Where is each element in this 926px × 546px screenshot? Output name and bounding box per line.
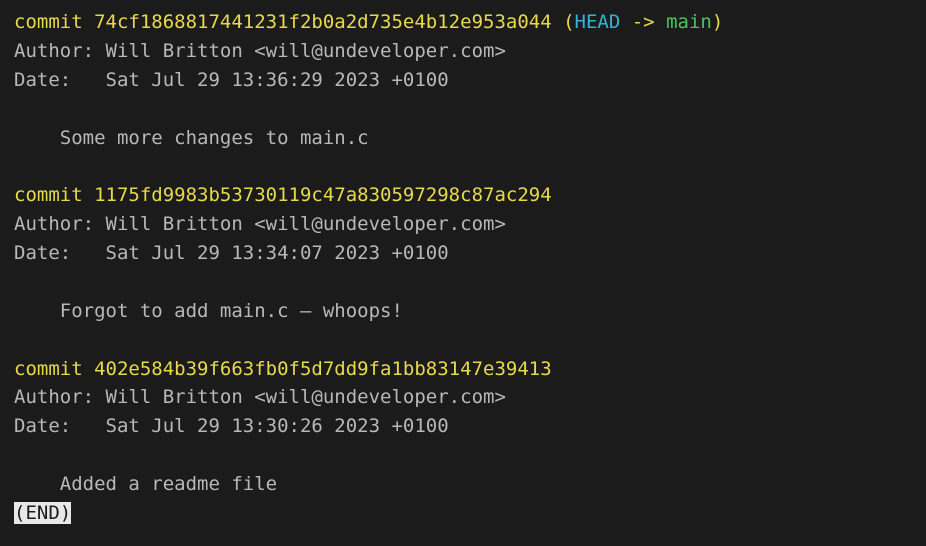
blank-line — [14, 152, 912, 181]
ref-arrow: -> — [620, 11, 666, 33]
commit-keyword: commit — [14, 184, 94, 206]
commit-message: Added a readme file — [14, 470, 912, 499]
commit-header: commit 74cf1868817441231f2b0a2d735e4b12e… — [14, 8, 912, 37]
head-ref: HEAD — [575, 11, 621, 33]
commit-hash: 74cf1868817441231f2b0a2d735e4b12e953a044 — [94, 11, 552, 33]
date-line: Date: Sat Jul 29 13:34:07 2023 +0100 — [14, 239, 912, 268]
blank-line — [14, 95, 912, 124]
date-label: Date: — [14, 242, 106, 264]
blank-line — [14, 268, 912, 297]
date-value: Sat Jul 29 13:36:29 2023 +0100 — [106, 69, 449, 91]
commit-header: commit 402e584b39f663fb0f5d7dd9fa1bb8314… — [14, 355, 912, 384]
commit-message: Forgot to add main.c — whoops! — [14, 297, 912, 326]
commit-keyword: commit — [14, 11, 94, 33]
blank-line — [14, 326, 912, 355]
author-value: Will Britton <will@undeveloper.com> — [106, 386, 506, 408]
message-text: Added a readme file — [60, 473, 277, 495]
author-line: Author: Will Britton <will@undeveloper.c… — [14, 383, 912, 412]
author-label: Author: — [14, 40, 106, 62]
message-text: Forgot to add main.c — whoops! — [60, 300, 403, 322]
date-value: Sat Jul 29 13:30:26 2023 +0100 — [106, 415, 449, 437]
author-line: Author: Will Britton <will@undeveloper.c… — [14, 37, 912, 66]
commit-keyword: commit — [14, 358, 94, 380]
author-value: Will Britton <will@undeveloper.com> — [106, 40, 506, 62]
date-label: Date: — [14, 415, 106, 437]
message-text: Some more changes to main.c — [60, 127, 369, 149]
author-label: Author: — [14, 213, 106, 235]
ref-paren-open: ( — [552, 11, 575, 33]
date-label: Date: — [14, 69, 106, 91]
pager-end[interactable]: (END) — [14, 499, 912, 528]
author-label: Author: — [14, 386, 106, 408]
commit-hash: 1175fd9983b53730119c47a830597298c87ac294 — [94, 184, 552, 206]
commit-header: commit 1175fd9983b53730119c47a830597298c… — [14, 181, 912, 210]
git-log-output: commit 74cf1868817441231f2b0a2d735e4b12e… — [0, 0, 926, 536]
commit-message: Some more changes to main.c — [14, 124, 912, 153]
author-line: Author: Will Britton <will@undeveloper.c… — [14, 210, 912, 239]
date-line: Date: Sat Jul 29 13:36:29 2023 +0100 — [14, 66, 912, 95]
ref-paren-close: ) — [712, 11, 723, 33]
blank-line — [14, 441, 912, 470]
commit-hash: 402e584b39f663fb0f5d7dd9fa1bb83147e39413 — [94, 358, 552, 380]
date-value: Sat Jul 29 13:34:07 2023 +0100 — [106, 242, 449, 264]
date-line: Date: Sat Jul 29 13:30:26 2023 +0100 — [14, 412, 912, 441]
branch-ref: main — [666, 11, 712, 33]
end-marker: (END) — [14, 502, 71, 524]
author-value: Will Britton <will@undeveloper.com> — [106, 213, 506, 235]
